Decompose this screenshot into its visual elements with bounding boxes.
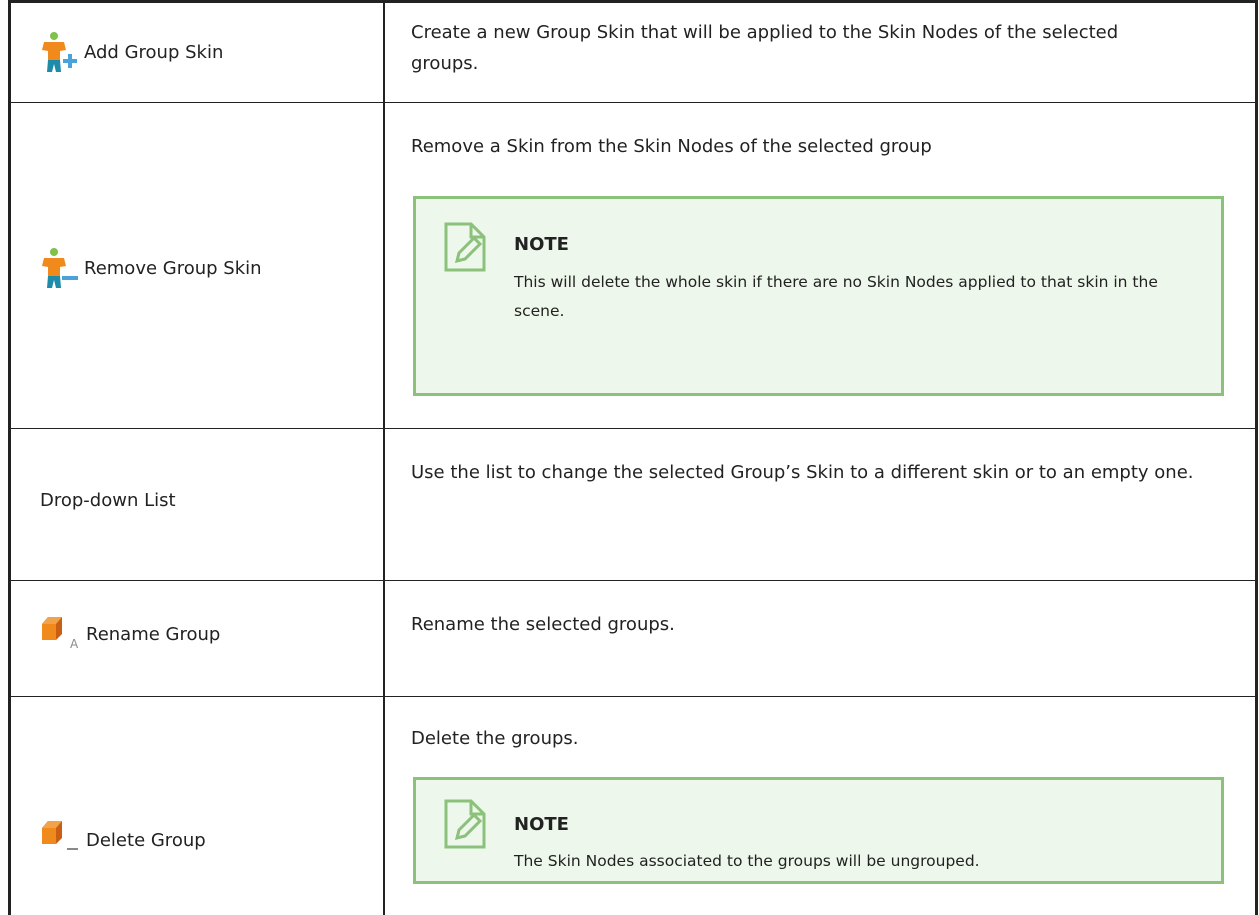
- svg-text:A: A: [70, 637, 79, 651]
- add-group-skin-description: Create a new Group Skin that will be app…: [411, 22, 1119, 74]
- add-group-skin-label: Add Group Skin: [84, 41, 224, 63]
- table-top-border: [8, 0, 1258, 3]
- remove-group-skin-icon: [40, 246, 84, 290]
- table-row-label: Delete Group: [40, 818, 206, 862]
- note-text: This will delete the whole skin if there…: [514, 273, 1158, 320]
- rename-group-description: Rename the selected groups.: [411, 614, 675, 635]
- note-title: NOTE: [514, 234, 569, 255]
- note-box: NOTE The Skin Nodes associated to the gr…: [413, 777, 1224, 884]
- drop-down-list-description: Use the list to change the selected Grou…: [411, 462, 1194, 483]
- table-row-label: Remove Group Skin: [40, 246, 262, 290]
- row-divider: [8, 580, 1258, 581]
- rename-group-icon: A: [40, 612, 86, 656]
- table-row-label: Add Group Skin: [40, 30, 223, 74]
- add-group-skin-icon: [40, 30, 84, 74]
- table-row-label: A Rename Group: [40, 612, 220, 656]
- delete-group-description: Delete the groups.: [411, 728, 579, 749]
- remove-group-skin-description: Remove a Skin from the Skin Nodes of the…: [411, 136, 932, 157]
- table-column-divider: [383, 0, 385, 915]
- rename-group-label: Rename Group: [86, 623, 221, 645]
- table-left-border: [8, 0, 11, 915]
- delete-group-icon: [40, 818, 86, 862]
- row-divider: [8, 428, 1258, 429]
- options-table: Add Group Skin Create a new Group Skin t…: [0, 0, 1259, 915]
- note-icon: [444, 222, 486, 272]
- note-text: The Skin Nodes associated to the groups …: [514, 852, 980, 870]
- note-title: NOTE: [514, 814, 569, 835]
- remove-group-skin-label: Remove Group Skin: [84, 257, 262, 279]
- table-right-border: [1255, 0, 1258, 915]
- drop-down-list-label: Drop-down List: [40, 489, 176, 511]
- note-icon: [444, 799, 486, 849]
- table-row-label: Drop-down List: [40, 485, 176, 515]
- row-divider: [8, 102, 1258, 103]
- note-box: NOTE This will delete the whole skin if …: [413, 196, 1224, 396]
- delete-group-label: Delete Group: [86, 829, 206, 851]
- row-divider: [8, 696, 1258, 697]
